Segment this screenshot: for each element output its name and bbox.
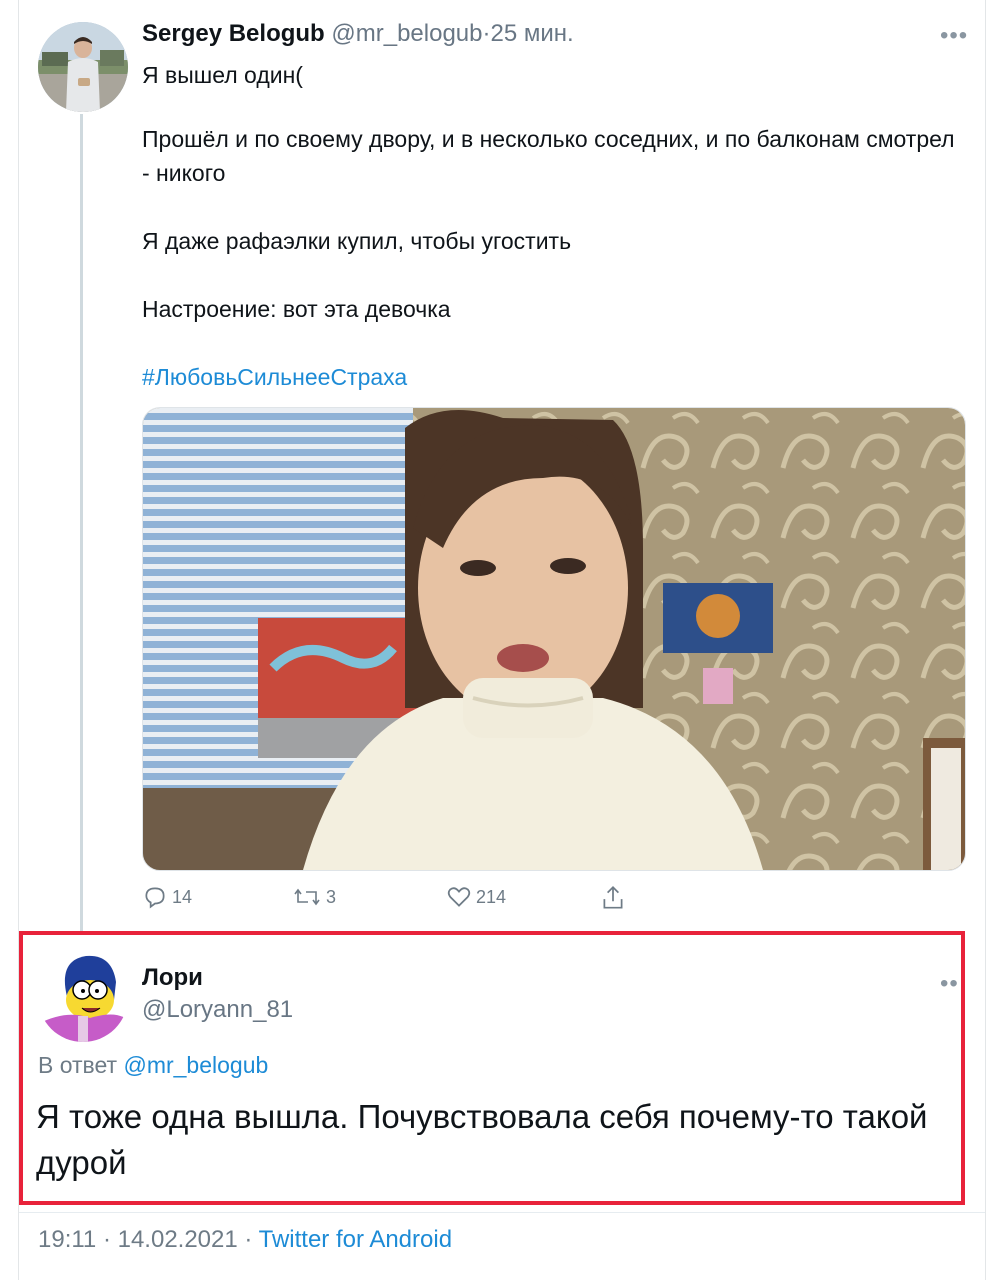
author-name[interactable]: Sergey Belogub (142, 20, 325, 47)
reply-author-name[interactable]: Лори (142, 964, 203, 992)
author-avatar[interactable] (38, 22, 128, 112)
like-action[interactable]: 214 (446, 884, 506, 910)
retweet-icon (294, 888, 320, 906)
tweet-paragraph-1: Я вышел один( (142, 62, 303, 88)
reply-text: Я тоже одна вышла. Почувствовала себя по… (36, 1098, 928, 1181)
more-icon[interactable]: ••• (940, 22, 968, 50)
reply-author-avatar[interactable] (38, 952, 128, 1042)
hashtag-link[interactable]: #ЛюбовьСильнееСтраха (142, 360, 962, 394)
reply-more-icon[interactable]: •• (940, 970, 959, 998)
reply-author-handle[interactable]: @Loryann_81 (142, 996, 293, 1024)
tweet-time[interactable]: 25 мин. (491, 20, 574, 47)
reply-source-link[interactable]: Twitter for Android (259, 1226, 452, 1253)
tweet-header: Sergey Belogub @mr_belogub·25 мин. (142, 18, 574, 50)
retweet-action[interactable]: 3 (292, 884, 336, 910)
reply-to-line: В ответ @mr_belogub (38, 1052, 268, 1079)
share-icon (603, 886, 623, 909)
tweet-paragraph-4: Настроение: вот эта девочка (142, 296, 451, 322)
divider (19, 1212, 985, 1213)
tweet-paragraph-3: Я даже рафаэлки купил, чтобы угостить (142, 228, 572, 254)
retweet-count: 3 (326, 886, 337, 907)
reply-action[interactable]: 14 (142, 884, 192, 910)
reply-timestamp[interactable]: 19:11 · 14.02.2021 · (38, 1226, 252, 1253)
reply-to-mention[interactable]: @mr_belogub (123, 1052, 268, 1078)
reply-icon (145, 887, 165, 909)
frame-right-border (985, 0, 986, 1280)
tweet-paragraph-2: Прошёл и по своему двору, и в несколько … (142, 126, 955, 186)
reply-to-prefix: В ответ (38, 1052, 118, 1078)
tweet-media-image[interactable] (142, 407, 966, 871)
header-separator: · (482, 20, 491, 47)
like-icon (447, 887, 471, 907)
like-count: 214 (476, 886, 507, 907)
thread-line (80, 114, 83, 934)
reply-count: 14 (172, 886, 193, 907)
share-action[interactable] (600, 884, 630, 912)
reply-timestamp-line: 19:11 · 14.02.2021 · Twitter for Android (38, 1226, 452, 1254)
author-handle[interactable]: @mr_belogub (331, 20, 482, 47)
